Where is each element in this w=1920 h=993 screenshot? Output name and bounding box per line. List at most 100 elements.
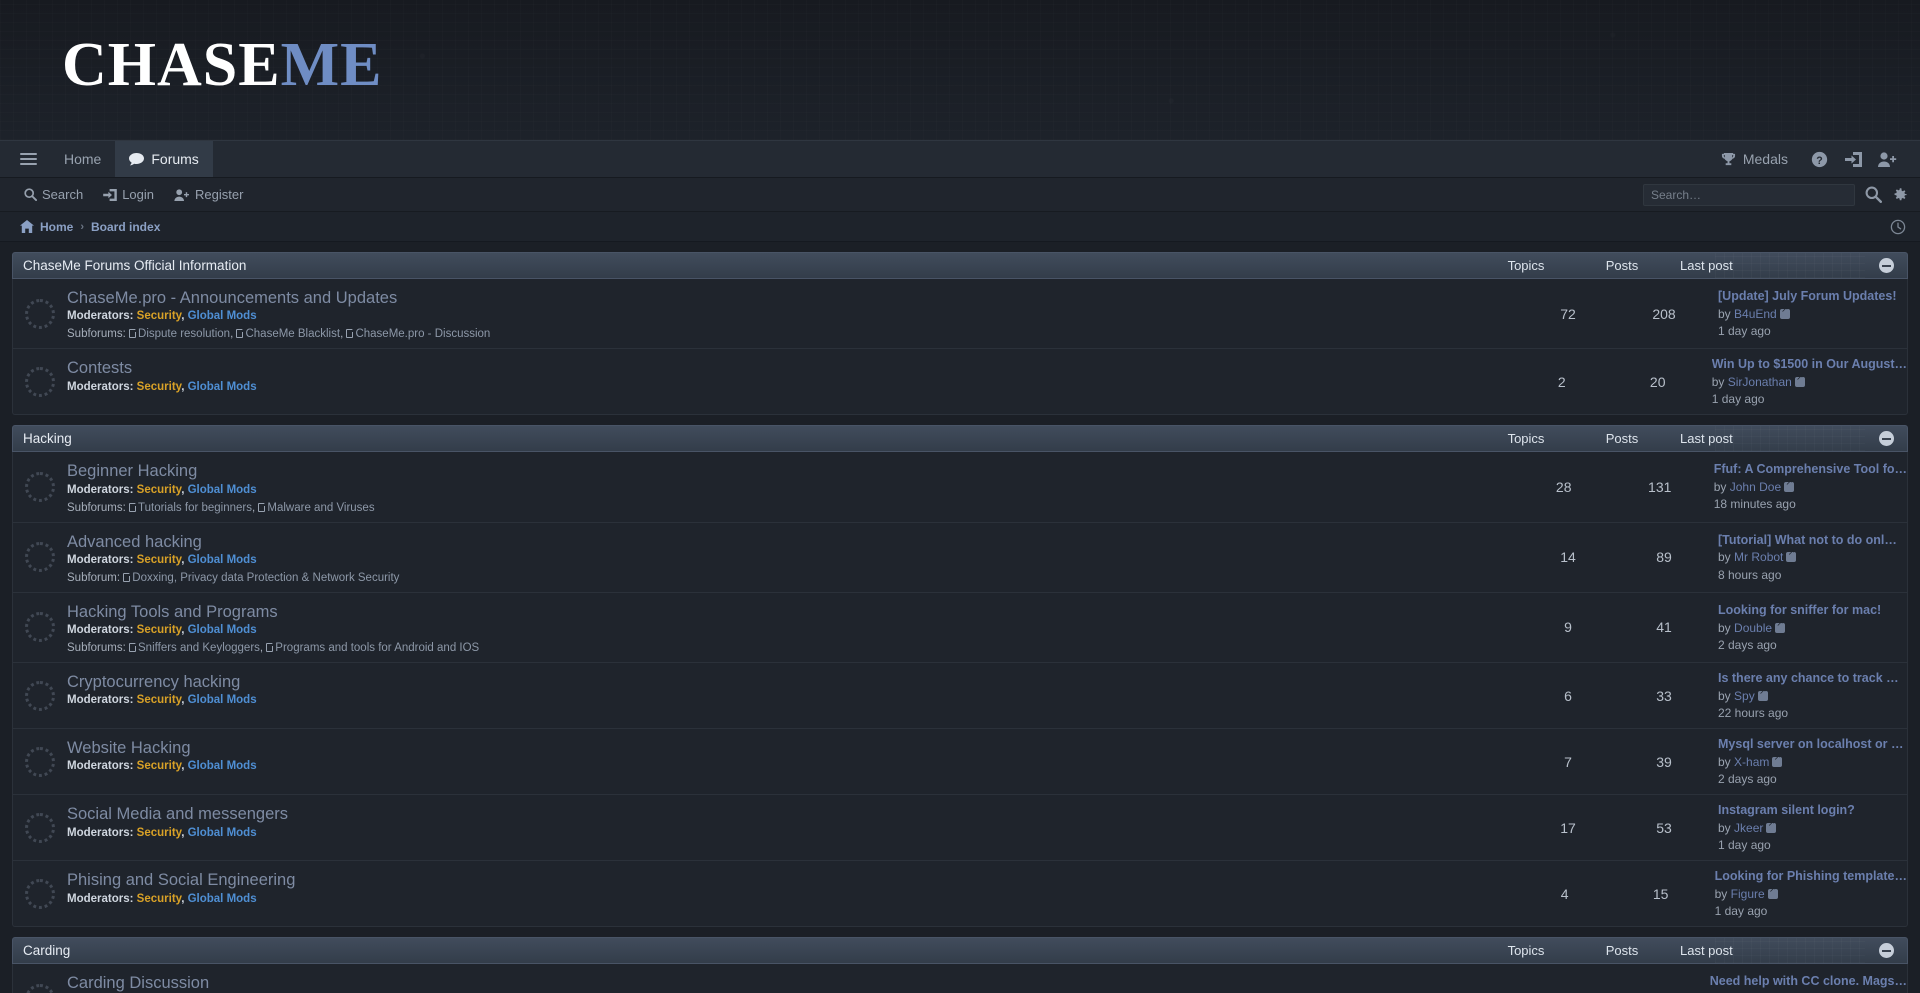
forum-info: Hacking Tools and Programs Moderators: S… — [67, 601, 1520, 654]
subforum-link[interactable]: Doxxing, Privacy data Protection & Netwo… — [132, 572, 399, 584]
forum-row: Advanced hacking Moderators: Security, G… — [13, 523, 1907, 593]
subforum-link[interactable]: Tutorials for beginners — [138, 502, 252, 514]
forum-title-link[interactable]: Hacking Tools and Programs — [67, 601, 1506, 623]
gear-icon[interactable] — [1892, 187, 1908, 203]
subforum-link[interactable]: ChaseMe Blacklist — [245, 328, 340, 340]
goto-last-post-icon[interactable] — [1779, 304, 1790, 319]
subbar-login-link[interactable]: Login — [93, 187, 164, 202]
moderator-security-link[interactable]: Security — [137, 624, 182, 636]
last-post-author-link[interactable]: SirJonathan — [1728, 375, 1792, 389]
help-icon[interactable]: ? — [1802, 140, 1836, 178]
nav-item-forums[interactable]: Forums — [115, 141, 213, 177]
forum-last-post: Mysql server on localhost or … by X-ham … — [1712, 737, 1907, 786]
secondary-navbar: Search Login Register — [0, 178, 1920, 212]
forum-title-link[interactable]: Advanced hacking — [67, 531, 1506, 553]
forum-topics-count: 4 — [1560, 885, 1569, 902]
last-post-author-link[interactable]: Jkeer — [1734, 821, 1763, 835]
last-post-title-link[interactable]: Need help with CC clone. Mags… — [1710, 974, 1907, 989]
last-post-title-link[interactable]: [Tutorial] What not to do onl… — [1718, 533, 1907, 548]
last-post-title-link[interactable]: Is there any chance to track … — [1718, 671, 1907, 686]
moderator-global-mods-link[interactable]: Global Mods — [188, 694, 257, 706]
goto-last-post-icon[interactable] — [1766, 818, 1777, 833]
forum-title-link[interactable]: Website Hacking — [67, 737, 1506, 759]
nav-item-home[interactable]: Home — [50, 141, 115, 177]
breadcrumb-separator: › — [80, 220, 85, 233]
last-post-author-link[interactable]: Spy — [1734, 689, 1755, 703]
home-icon — [20, 220, 34, 233]
breadcrumb-current-link[interactable]: Board index — [91, 220, 160, 234]
last-post-title-link[interactable]: Instagram silent login? — [1718, 803, 1907, 818]
moderator-global-mods-link[interactable]: Global Mods — [188, 827, 257, 839]
subforum-link[interactable]: Malware and Viruses — [267, 502, 374, 514]
search-input[interactable] — [1643, 183, 1855, 206]
goto-last-post-icon[interactable] — [1775, 618, 1786, 633]
collapse-section-button[interactable] — [1865, 943, 1907, 959]
goto-last-post-icon[interactable] — [1784, 477, 1795, 493]
subbar-search-link[interactable]: Search — [14, 187, 93, 202]
forum-title-link[interactable]: Contests — [67, 357, 1500, 379]
goto-last-post-icon[interactable] — [1786, 547, 1797, 563]
forum-title-link[interactable]: Phising and Social Engineering — [67, 869, 1503, 891]
forum-title-link[interactable]: Social Media and messengers — [67, 803, 1506, 825]
forum-row: Contests Moderators: Security, Global Mo… — [13, 349, 1907, 414]
moderator-security-link[interactable]: Security — [137, 827, 182, 839]
moderator-global-mods-link[interactable]: Global Mods — [188, 624, 257, 636]
collapse-section-button[interactable] — [1865, 431, 1907, 447]
last-post-author-link[interactable]: X-ham — [1734, 755, 1769, 769]
moderator-global-mods-link[interactable]: Global Mods — [188, 554, 257, 566]
goto-last-post-icon[interactable] — [1757, 686, 1768, 701]
breadcrumb-home-link[interactable]: Home — [40, 220, 73, 234]
clock-icon[interactable] — [1890, 219, 1906, 235]
moderator-global-mods-link[interactable]: Global Mods — [188, 760, 257, 772]
forum-topics-count: 10 — [1512, 972, 1608, 993]
last-post-title-link[interactable]: Mysql server on localhost or … — [1718, 737, 1907, 752]
goto-last-post-icon[interactable] — [1767, 884, 1778, 900]
last-post-title-link[interactable]: Looking for Phishing template… — [1715, 869, 1907, 884]
moderator-security-link[interactable]: Security — [137, 484, 182, 496]
moderator-security-link[interactable]: Security — [137, 310, 182, 322]
moderator-security-link[interactable]: Security — [137, 554, 182, 566]
last-post-title-link[interactable]: Looking for sniffer for mac! — [1718, 603, 1907, 618]
login-icon[interactable] — [1836, 140, 1870, 178]
goto-last-post-icon[interactable] — [1772, 752, 1783, 767]
moderator-security-link[interactable]: Security — [137, 760, 182, 772]
last-post-author-link[interactable]: John Doe — [1730, 480, 1781, 494]
forum-title-link[interactable]: ChaseMe.pro - Announcements and Updates — [67, 287, 1506, 309]
last-post-title-link[interactable]: Win Up to $1500 in Our August… — [1712, 357, 1907, 372]
subforum-list: Subforums: Sniffers and Keyloggers, Prog… — [67, 642, 1506, 654]
collapse-section-button[interactable] — [1865, 258, 1907, 273]
site-logo[interactable]: CHASEME — [62, 34, 382, 96]
moderator-security-link[interactable]: Security — [137, 381, 182, 393]
last-post-title-link[interactable]: Ffuf: A Comprehensive Tool fo… — [1714, 462, 1907, 477]
forum-title-link[interactable]: Carding Discussion — [67, 972, 1498, 993]
nav-item-medals[interactable]: Medals — [1707, 151, 1802, 167]
forum-title-link[interactable]: Cryptocurrency hacking — [67, 671, 1506, 693]
moderator-security-link[interactable]: Security — [137, 893, 182, 905]
register-icon[interactable] — [1870, 140, 1904, 178]
last-post-author-link[interactable]: Figure — [1731, 887, 1765, 901]
subforum-link[interactable]: Programs and tools for Android and IOS — [275, 642, 479, 654]
last-post-author-link[interactable]: B4uEnd — [1734, 307, 1777, 321]
forum-read-icon — [25, 878, 55, 909]
moderator-global-mods-link[interactable]: Global Mods — [188, 893, 257, 905]
last-post-author-link[interactable]: Mr Robot — [1734, 550, 1783, 564]
menu-toggle-button[interactable] — [0, 141, 50, 177]
subforum-link[interactable]: Sniffers and Keyloggers — [138, 642, 260, 654]
subforum-link[interactable]: Dispute resolution — [138, 328, 230, 340]
subbar-register-link[interactable]: Register — [164, 187, 253, 202]
moderator-global-mods-link[interactable]: Global Mods — [188, 381, 257, 393]
goto-last-post-icon[interactable] — [1794, 372, 1805, 388]
moderator-global-mods-link[interactable]: Global Mods — [188, 484, 257, 496]
last-post-author-link[interactable]: Double — [1734, 621, 1772, 635]
forum-posts-count: 53 — [1656, 819, 1672, 836]
last-post-title-link[interactable]: [Update] July Forum Updates! — [1718, 289, 1907, 304]
trophy-icon — [1721, 152, 1736, 167]
forum-status-icon-cell — [13, 972, 67, 993]
forum-title-link[interactable]: Beginner Hacking — [67, 460, 1502, 482]
forum-info: Carding Discussion Moderators: Security,… — [67, 972, 1512, 993]
moderator-global-mods-link[interactable]: Global Mods — [188, 310, 257, 322]
by-label: by — [1713, 480, 1727, 495]
subforum-link[interactable]: ChaseMe.pro - Discussion — [355, 328, 490, 340]
moderator-security-link[interactable]: Security — [137, 694, 182, 706]
search-submit-icon[interactable] — [1865, 186, 1882, 203]
